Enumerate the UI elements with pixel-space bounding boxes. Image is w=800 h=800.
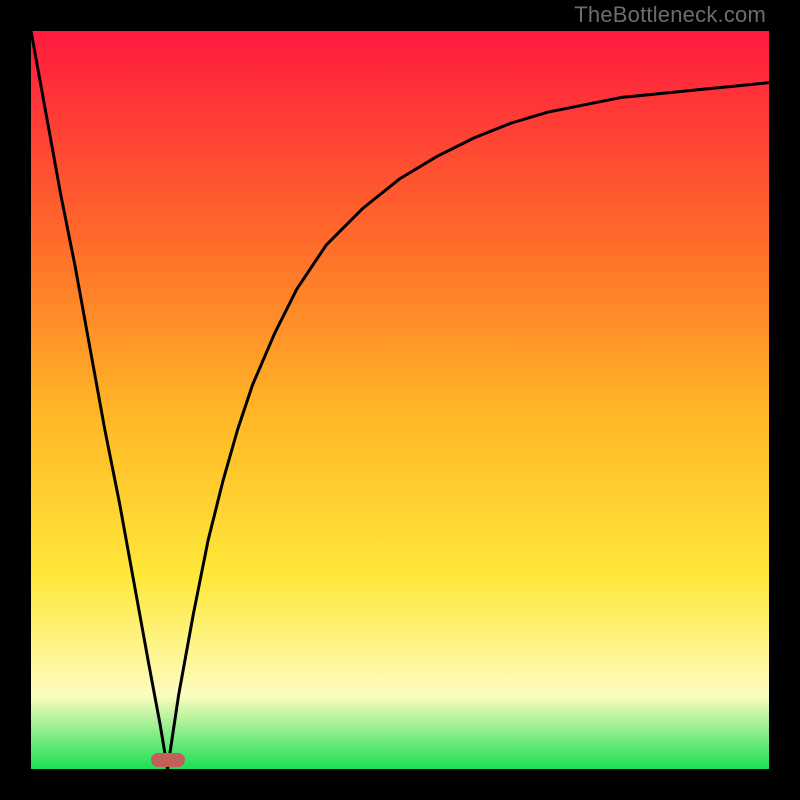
optimal-marker <box>151 753 185 767</box>
gradient-background <box>31 31 769 769</box>
plot-svg <box>31 31 769 769</box>
watermark-text: TheBottleneck.com <box>574 2 766 28</box>
chart-frame: TheBottleneck.com <box>0 0 800 800</box>
plot-area <box>31 31 769 769</box>
